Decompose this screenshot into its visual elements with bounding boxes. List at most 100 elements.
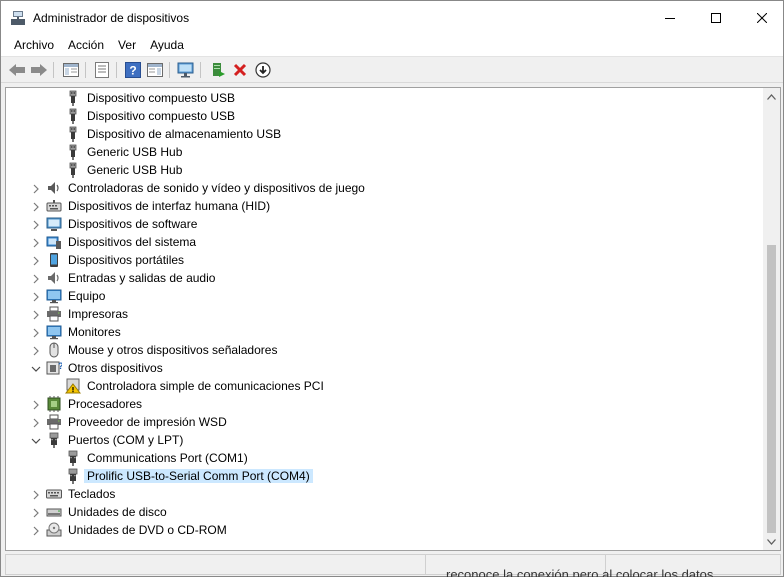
tree-item[interactable]: Dispositivos portátiles	[6, 251, 764, 269]
device-tree[interactable]: Dispositivo compuesto USB Dispositivo com…	[5, 87, 781, 551]
disable-device-icon[interactable]	[253, 61, 273, 79]
tree-item[interactable]: Impresoras	[6, 305, 764, 323]
port-icon	[46, 432, 62, 448]
uninstall-device-icon[interactable]	[230, 61, 250, 79]
tree-item[interactable]: Unidades de disco	[6, 503, 764, 521]
vertical-scrollbar[interactable]	[763, 88, 780, 550]
system-device-icon	[46, 234, 62, 250]
tree-item[interactable]: Dispositivos de interfaz humana (HID)	[6, 197, 764, 215]
back-icon[interactable]	[7, 61, 27, 79]
tree-item[interactable]: Dispositivo compuesto USB	[6, 107, 764, 125]
tree-item[interactable]: Entradas y salidas de audio	[6, 269, 764, 287]
chevron-right-icon[interactable]	[31, 237, 41, 248]
chevron-down-icon[interactable]	[31, 435, 41, 445]
tree-item-label: Dispositivo compuesto USB	[87, 109, 236, 123]
close-button[interactable]	[739, 1, 784, 34]
tree-item-label: Unidades de disco	[68, 505, 167, 519]
warning-device-icon	[64, 378, 82, 394]
tree-item[interactable]: Equipo	[6, 287, 764, 305]
tree-item[interactable]: Proveedor de impresión WSD	[6, 413, 764, 431]
tree-item[interactable]: Mouse y otros dispositivos señaladores	[6, 341, 764, 359]
chevron-right-icon[interactable]	[31, 201, 41, 212]
usb-icon	[65, 144, 81, 160]
monitor-icon	[46, 324, 62, 340]
printer-icon	[46, 306, 62, 322]
toolbar-separator	[200, 62, 201, 78]
chevron-right-icon[interactable]	[31, 327, 41, 338]
action-pane-icon[interactable]	[145, 61, 165, 79]
tree-item[interactable]: Generic USB Hub	[6, 143, 764, 161]
printer-icon	[46, 414, 62, 430]
scan-hardware-icon[interactable]	[176, 61, 196, 79]
properties-icon[interactable]	[92, 61, 112, 79]
show-hide-console-tree-icon[interactable]	[61, 61, 81, 79]
chevron-right-icon[interactable]	[31, 507, 41, 518]
chevron-right-icon[interactable]	[31, 309, 41, 320]
computer-icon	[46, 288, 62, 304]
tree-item[interactable]: Teclados	[6, 485, 764, 503]
tree-item-label: Procesadores	[68, 397, 143, 411]
help-icon[interactable]: ?	[123, 61, 143, 79]
title-bar[interactable]: Administrador de dispositivos	[1, 1, 783, 34]
tree-item[interactable]: Communications Port (COM1)	[6, 449, 764, 467]
tree-item-label: Communications Port (COM1)	[87, 451, 248, 465]
tree-item[interactable]: Unidades de DVD o CD-ROM	[6, 521, 764, 539]
mouse-icon	[46, 342, 62, 358]
chevron-right-icon[interactable]	[31, 489, 41, 500]
tree-item[interactable]: Dispositivo de almacenamiento USB	[6, 125, 764, 143]
menu-accion[interactable]: Acción	[61, 35, 111, 55]
audio-io-icon	[46, 270, 62, 286]
chevron-right-icon[interactable]	[31, 417, 41, 428]
device-manager-app-icon	[10, 10, 26, 26]
port-icon	[65, 450, 81, 466]
minimize-button[interactable]	[647, 1, 693, 34]
background-page-text: reconoce la conexión pero al colocar los…	[446, 567, 714, 577]
menu-archivo[interactable]: Archivo	[7, 35, 61, 55]
menu-bar: Archivo Acción Ver Ayuda	[1, 34, 783, 56]
forward-icon[interactable]	[29, 61, 49, 79]
tree-item-label: Dispositivos del sistema	[68, 235, 197, 249]
tree-item[interactable]: Controladora simple de comunicaciones PC…	[6, 377, 764, 395]
chevron-down-icon[interactable]	[31, 363, 41, 373]
chevron-right-icon[interactable]	[31, 291, 41, 302]
menu-ver[interactable]: Ver	[111, 35, 143, 55]
tree-item[interactable]: Puertos (COM y LPT)	[6, 431, 764, 449]
chevron-right-icon[interactable]	[31, 273, 41, 284]
scroll-up-icon[interactable]	[763, 88, 780, 105]
tree-item-label: Entradas y salidas de audio	[68, 271, 216, 285]
tree-item[interactable]: Dispositivo compuesto USB	[6, 89, 764, 107]
tree-item-label: Prolific USB-to-Serial Comm Port (COM4)	[84, 469, 313, 483]
tree-item[interactable]: Dispositivos de software	[6, 215, 764, 233]
tree-item[interactable]: Monitores	[6, 323, 764, 341]
update-driver-icon[interactable]	[208, 61, 228, 79]
tree-item-label: Controladora simple de comunicaciones PC…	[87, 379, 324, 393]
tree-item-label: Otros dispositivos	[68, 361, 163, 375]
tree-item[interactable]: Prolific USB-to-Serial Comm Port (COM4)	[6, 467, 764, 485]
chevron-right-icon[interactable]	[31, 255, 41, 266]
maximize-button[interactable]	[693, 1, 739, 34]
tree-item[interactable]: Generic USB Hub	[6, 161, 764, 179]
disk-drive-icon	[46, 504, 62, 520]
toolbar-separator	[169, 62, 170, 78]
tree-item[interactable]: Procesadores	[6, 395, 764, 413]
usb-icon	[65, 126, 81, 142]
menu-ayuda[interactable]: Ayuda	[143, 35, 191, 55]
chevron-right-icon[interactable]	[31, 345, 41, 356]
scrollbar-thumb[interactable]	[767, 245, 776, 533]
tree-item[interactable]: Controladoras de sonido y vídeo y dispos…	[6, 179, 764, 197]
chevron-right-icon[interactable]	[31, 219, 41, 230]
tree-item[interactable]: ? Otros dispositivos	[6, 359, 764, 377]
toolbar-separator	[85, 62, 86, 78]
tree-item-label: Dispositivo de almacenamiento USB	[87, 127, 282, 141]
tree-item-label: Puertos (COM y LPT)	[68, 433, 184, 447]
chevron-right-icon[interactable]	[31, 525, 41, 536]
tree-item-label: Dispositivo compuesto USB	[87, 91, 236, 105]
status-segment	[6, 555, 426, 574]
scroll-down-icon[interactable]	[763, 533, 780, 550]
usb-icon	[65, 162, 81, 178]
tree-item[interactable]: Dispositivos del sistema	[6, 233, 764, 251]
chevron-right-icon[interactable]	[31, 183, 41, 194]
port-icon	[65, 468, 81, 484]
chevron-right-icon[interactable]	[31, 399, 41, 410]
tree-item-label: Teclados	[68, 487, 116, 501]
